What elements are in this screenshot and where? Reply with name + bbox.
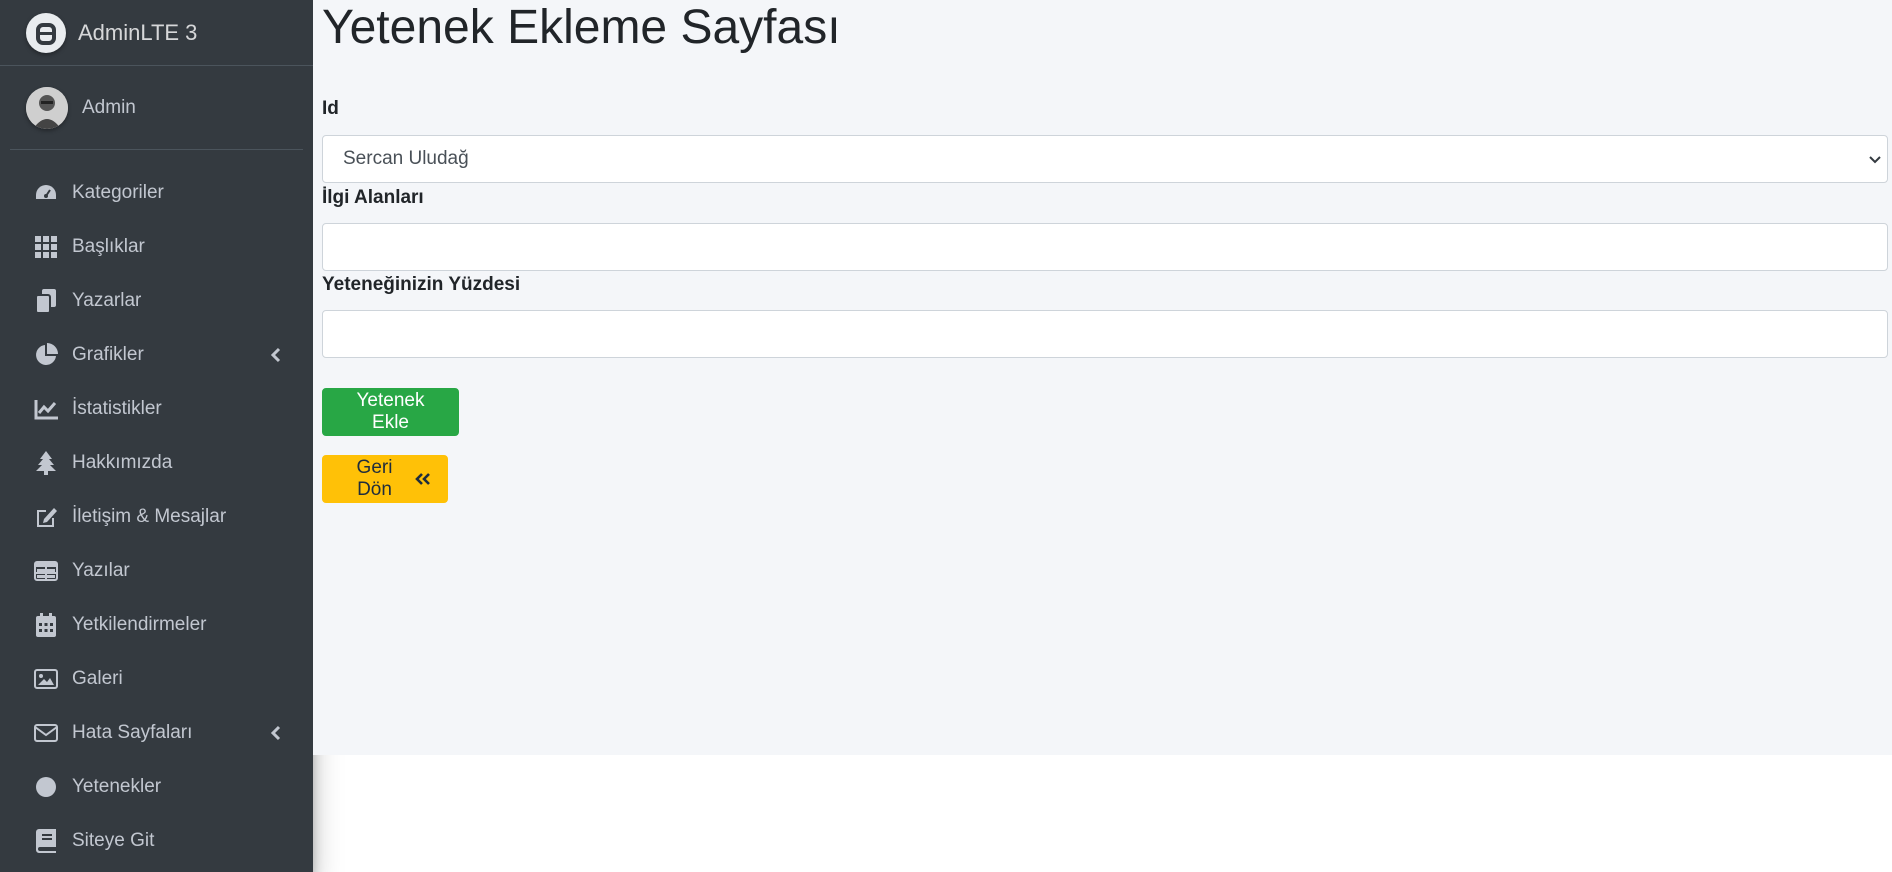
envelope-icon [34, 721, 58, 745]
sidebar-item-label: Grafikler [72, 344, 144, 365]
double-chevron-left-icon [415, 472, 431, 486]
chevron-left-icon [269, 345, 283, 365]
sidebar-item-label: Galeri [72, 668, 123, 689]
id-select-value: Sercan Uludağ [343, 148, 469, 169]
sidebar-item-label: Siteye Git [72, 830, 155, 851]
sidebar-item-yetkilendirmeler[interactable]: Yetkilendirmeler [0, 598, 313, 652]
interests-label: İlgi Alanları [322, 187, 424, 208]
sidebar-item-label: Hata Sayfaları [72, 722, 193, 743]
sidebar-item-yetenekler[interactable]: Yetenekler [0, 760, 313, 814]
main-content: Yetenek Ekleme Sayfası Id Sercan Uludağ … [313, 0, 1892, 755]
sidebar-item-label: Hakkımızda [72, 452, 173, 473]
sidebar-nav: Kategoriler Başlıklar Yazarlar Grafikler [0, 150, 313, 868]
avatar [26, 86, 68, 129]
sidebar-item-yazarlar[interactable]: Yazarlar [0, 274, 313, 328]
calendar-icon [34, 613, 58, 637]
sidebar-item-label: Yazılar [72, 560, 130, 581]
sidebar-item-hata-sayfalari[interactable]: Hata Sayfaları [0, 706, 313, 760]
percent-input[interactable] [322, 310, 1888, 358]
sidebar-item-galeri[interactable]: Galeri [0, 652, 313, 706]
circle-icon [34, 775, 58, 799]
user-panel[interactable]: Admin [10, 66, 303, 150]
interests-input[interactable] [322, 223, 1888, 271]
id-select[interactable]: Sercan Uludağ [322, 135, 1888, 183]
edit-icon [34, 505, 58, 529]
table-icon [34, 559, 58, 583]
sidebar-item-label: Yetkilendirmeler [72, 614, 207, 635]
add-skill-button-label: Yetenek Ekle [356, 390, 425, 433]
brand-name: AdminLTE 3 [78, 19, 198, 45]
image-icon [34, 667, 58, 691]
back-button[interactable]: Geri Dön [322, 455, 448, 503]
sidebar-item-grafikler[interactable]: Grafikler [0, 328, 313, 382]
id-label: Id [322, 98, 339, 119]
tachometer-icon [34, 181, 58, 205]
brand-link[interactable]: AdminLTE 3 [0, 0, 313, 66]
sidebar-item-istatistikler[interactable]: İstatistikler [0, 382, 313, 436]
copy-icon [34, 289, 58, 313]
sidebar: AdminLTE 3 Admin Kategoriler Başlıklar Y… [0, 0, 313, 872]
sidebar-item-iletisim[interactable]: İletişim & Mesajlar [0, 490, 313, 544]
chevron-left-icon [269, 723, 283, 743]
add-skill-button[interactable]: Yetenek Ekle [322, 388, 459, 436]
sidebar-item-siteye-git[interactable]: Siteye Git [0, 814, 313, 868]
sidebar-item-yazilar[interactable]: Yazılar [0, 544, 313, 598]
sidebar-item-kategoriler[interactable]: Kategoriler [0, 166, 313, 220]
book-icon [34, 829, 58, 853]
back-button-label: Geri Dön [356, 457, 393, 500]
tree-icon [34, 451, 58, 475]
sidebar-item-hakkimizda[interactable]: Hakkımızda [0, 436, 313, 490]
page-title: Yetenek Ekleme Sayfası [322, 1, 841, 54]
sidebar-item-label: Yazarlar [72, 290, 142, 311]
user-name: Admin [82, 96, 136, 118]
sidebar-item-label: Yetenekler [72, 776, 162, 797]
brand-logo-icon [26, 12, 66, 53]
line-chart-icon [34, 397, 58, 421]
percent-label: Yeteneğinizin Yüzdesi [322, 274, 521, 295]
grid-icon [34, 235, 58, 259]
sidebar-item-label: İstatistikler [72, 398, 162, 419]
sidebar-item-label: Başlıklar [72, 236, 145, 257]
pie-chart-icon [34, 343, 58, 367]
sidebar-item-label: Kategoriler [72, 182, 164, 203]
chevron-down-icon [1867, 152, 1883, 168]
sidebar-item-basliklar[interactable]: Başlıklar [0, 220, 313, 274]
sidebar-item-label: İletişim & Mesajlar [72, 506, 227, 527]
